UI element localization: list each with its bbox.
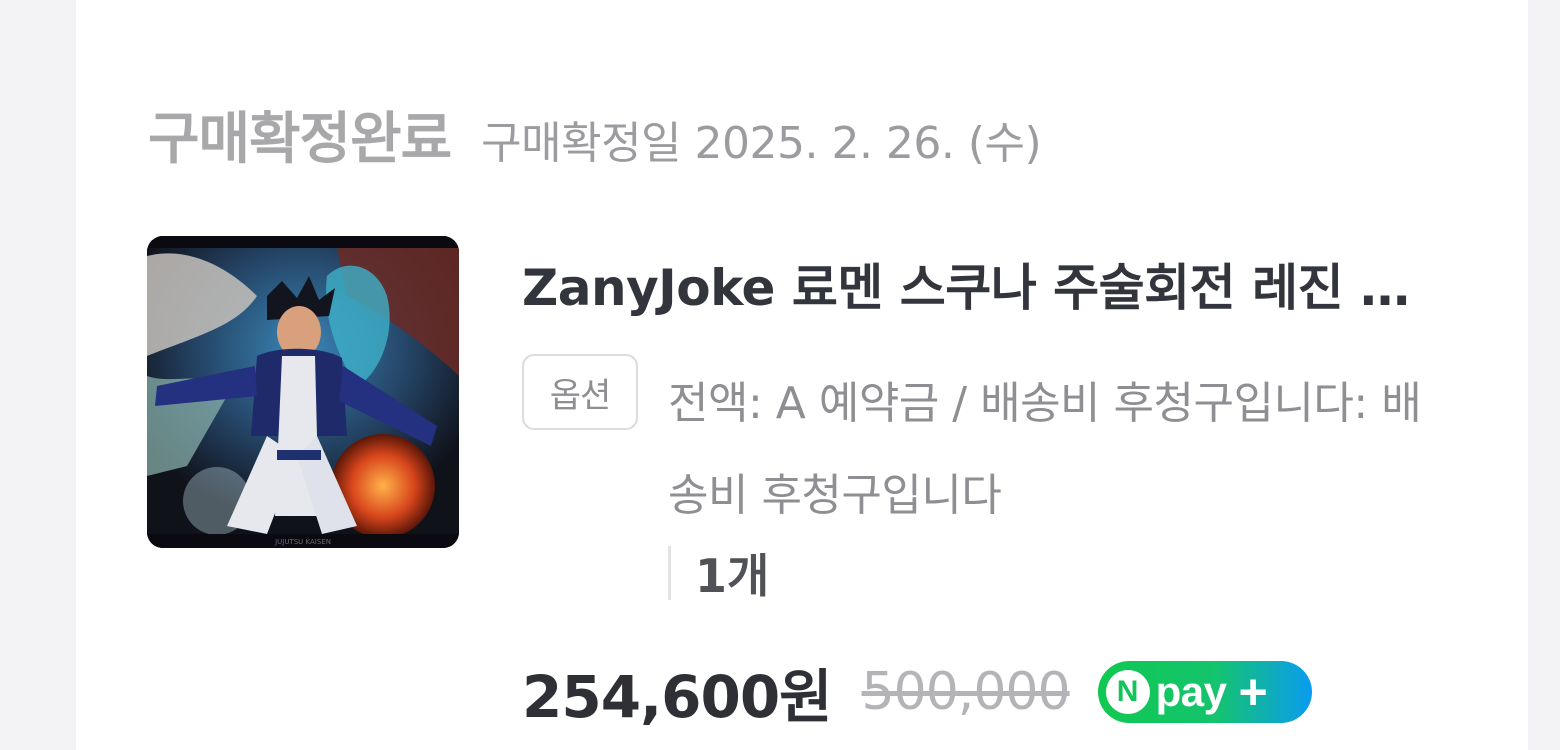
sale-price: 254,600원	[522, 663, 833, 731]
price-row: 254,600원 500,000 N pay +	[522, 650, 1312, 734]
purchase-confirm-date: 구매확정일 2025. 2. 26. (수)	[481, 118, 1042, 169]
order-card: 구매확정완료 구매확정일 2025. 2. 26. (수) JUJUTSU KA…	[76, 0, 1528, 750]
option-text: 전액: A 예약금 / 배송비 후청구입니다: 배송비 후청구입니다	[668, 378, 1422, 521]
image-caption: JUJUTSU KAISEN	[274, 538, 331, 546]
original-price: 500,000	[861, 662, 1071, 722]
npay-n-icon: N	[1105, 670, 1150, 714]
product-image-art: JUJUTSU KAISEN	[147, 236, 459, 548]
npay-word: pay	[1155, 668, 1227, 715]
npay-plus-badge: N pay +	[1097, 661, 1312, 723]
plus-icon: +	[1238, 664, 1268, 720]
quantity-row: 1개	[668, 540, 769, 606]
option-badge: 옵션	[522, 354, 638, 430]
product-thumbnail[interactable]: JUJUTSU KAISEN	[147, 236, 459, 548]
quantity: 1개	[695, 549, 770, 603]
order-status-row: 구매확정완료 구매확정일 2025. 2. 26. (수)	[148, 94, 1042, 175]
product-name[interactable]: ZanyJoke 료멘 스쿠나 주술회전 레진 피규어	[522, 248, 1442, 320]
order-status-title: 구매확정완료	[148, 107, 452, 172]
quantity-divider	[668, 546, 671, 600]
